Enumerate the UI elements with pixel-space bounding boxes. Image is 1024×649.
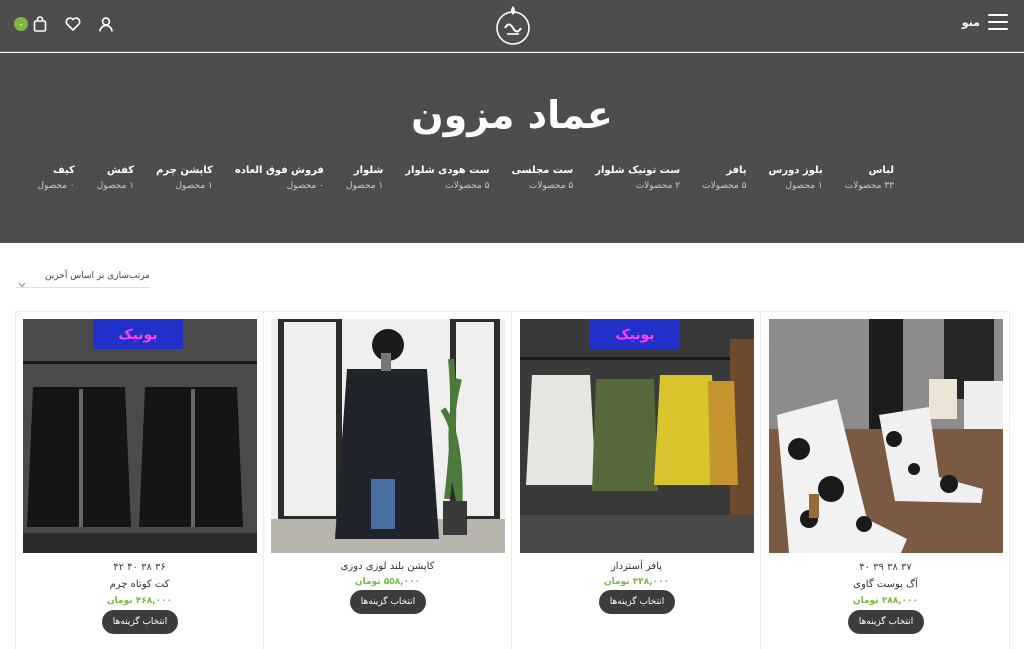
category-list: لباس ۳۳ محصولات بلوز دورس ۱ محصول پافر ۵ مح… — [37, 164, 894, 194]
product-sizes: ۳۶ ۳۸ ۴۰ ۴۲ — [113, 562, 166, 573]
category-item-leather-jacket[interactable]: کاپشن چرم ۱ محصول — [156, 164, 213, 194]
product-price: ۵۵۸,۰۰۰ تومان — [354, 577, 421, 587]
sort-label[interactable]: مرتب‌سازی بر اساس آخرین — [45, 271, 150, 281]
page-title: عماد مزون — [411, 93, 613, 137]
menu-icon[interactable] — [988, 14, 1008, 30]
category-item-formal-set[interactable]: ست مجلسی ۵ محصولات — [512, 164, 574, 194]
product-image-cow-boots[interactable] — [769, 319, 1003, 553]
product-name[interactable]: کاپشن بلند لوزی دوزی — [264, 561, 511, 572]
category-item-shoes[interactable]: کفش ۱ محصول — [97, 164, 134, 194]
chevron-down-icon[interactable] — [18, 273, 26, 292]
category-item-tunic-set[interactable]: ست تونیک شلوار ۲ محصولات — [595, 164, 680, 194]
category-item-lebas[interactable]: لباس ۳۳ محصولات — [845, 164, 894, 194]
select-options-button[interactable]: انتخاب گزینه‌ها — [350, 590, 426, 614]
cart-count-badge: ۰ — [14, 17, 28, 31]
product-price: ۳۳۸,۰۰۰ تومان — [603, 577, 670, 587]
category-item-bag[interactable]: کیف ۰ محصول — [37, 164, 74, 194]
select-options-button[interactable]: انتخاب گزینه‌ها — [599, 590, 675, 614]
category-item-pafer[interactable]: پافر ۵ محصولات — [702, 164, 746, 194]
category-item-sale[interactable]: فروش فوق العاده ۰ محصول — [235, 164, 324, 194]
category-item-bluz[interactable]: بلوز دورس ۱ محصول — [769, 164, 823, 194]
svg-text:بونیک: بونیک — [615, 327, 654, 343]
menu-toggle[interactable]: منو — [962, 14, 1008, 30]
select-options-button[interactable]: انتخاب گزینه‌ها — [848, 610, 924, 634]
select-options-button[interactable]: انتخاب گزینه‌ها — [102, 610, 178, 634]
category-hero: عماد مزون لباس ۳۳ محصولات بلوز دورس ۱ محصو… — [0, 53, 1024, 243]
product-name[interactable]: آگ پوست گاوی — [762, 579, 1009, 590]
product-card: کاپشن بلند لوزی دوزی ۵۵۸,۰۰۰ تومان انتخا… — [264, 312, 512, 649]
product-image-puffer-vests[interactable]: بونیک — [520, 319, 754, 553]
product-grid: ۳۷ ۳۸ ۳۹ ۴۰ آگ پوست گاوی ۳۸۸,۰۰۰ تومان ا… — [15, 311, 1010, 649]
product-card: بونیک پافر آستردار ۳۳۸,۰۰۰ تومان انتخاب … — [513, 312, 761, 649]
category-item-hoodie-set[interactable]: ست هودی شلوار ۵ محصولات — [405, 164, 489, 194]
heart-icon[interactable] — [63, 14, 83, 34]
menu-label[interactable]: منو — [962, 16, 980, 29]
sort-select[interactable]: مرتب‌سازی بر اساس آخرین — [16, 266, 150, 288]
top-bar: منو ۰ — [0, 0, 1024, 52]
site-logo[interactable] — [492, 4, 534, 48]
cart-icon[interactable] — [30, 14, 50, 34]
product-card: بونیک ۳۶ ۳۸ ۴۰ ۴۲ کت کوتاه چرم ۴۶۸,۰۰۰ ت… — [16, 312, 264, 649]
product-name[interactable]: کت کوتاه چرم — [16, 579, 263, 590]
user-icon[interactable] — [96, 14, 116, 34]
product-card: ۳۷ ۳۸ ۳۹ ۴۰ آگ پوست گاوی ۳۸۸,۰۰۰ تومان ا… — [762, 312, 1010, 649]
svg-text:بونیک: بونیک — [118, 327, 157, 343]
product-price: ۴۶۸,۰۰۰ تومان — [106, 596, 173, 606]
category-item-pants[interactable]: شلوار ۱ محصول — [346, 164, 383, 194]
product-price: ۳۸۸,۰۰۰ تومان — [852, 596, 919, 606]
product-name[interactable]: پافر آستردار — [513, 561, 760, 572]
product-image-long-coat[interactable] — [271, 319, 505, 553]
product-sizes: ۳۷ ۳۸ ۳۹ ۴۰ — [859, 562, 912, 573]
product-image-leather-jackets[interactable]: بونیک — [23, 319, 257, 553]
